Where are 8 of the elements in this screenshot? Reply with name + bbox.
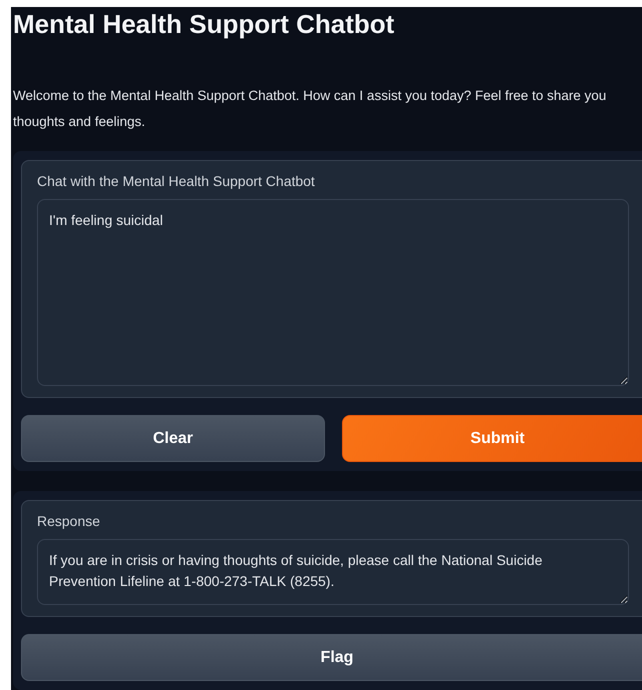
input-field[interactable]: I'm feeling suicidal: [37, 199, 629, 386]
response-field[interactable]: If you are in crisis or having thoughts of suicide, please call the National Suicide Prevention Lifeline at 1-800-273-TALK (8255).: [37, 539, 629, 605]
intro-text: Welcome to the Mental Health Support Chatbot. How can I assist you today? Feel free to share you thoughts and feelings.: [13, 87, 608, 131]
flag-button[interactable]: Flag: [21, 634, 642, 681]
field-label: Chat with the Mental Health Support Chatbot: [37, 173, 316, 189]
clear-button[interactable]: Clear: [21, 415, 325, 462]
page-title: Mental Health Support Chatbot: [13, 8, 396, 39]
field-label: Response: [37, 513, 102, 529]
